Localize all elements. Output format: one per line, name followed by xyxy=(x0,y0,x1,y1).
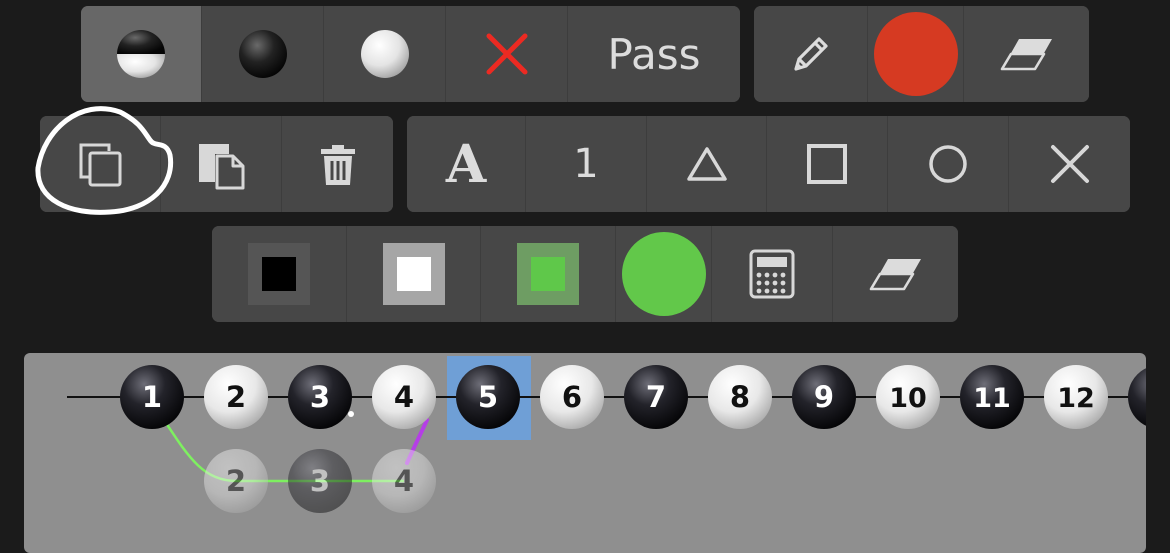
move-node-8[interactable]: 8 xyxy=(708,365,772,429)
white-stone-icon xyxy=(360,30,409,78)
move-node-10[interactable]: 10 xyxy=(876,365,940,429)
cursor-dot xyxy=(348,411,354,417)
move-node-7[interactable]: 7 xyxy=(624,365,688,429)
move-node-11[interactable]: 11 xyxy=(960,365,1024,429)
move-node-6[interactable]: 6 xyxy=(540,365,604,429)
draw-color-button[interactable] xyxy=(868,6,964,102)
move-number-label: 10 xyxy=(889,383,927,414)
move-node-3[interactable]: 3 xyxy=(288,365,352,429)
move-node-5[interactable]: 5 xyxy=(456,365,520,429)
variation-node-4[interactable]: 4 xyxy=(372,449,436,513)
move-number-label: 4 xyxy=(394,464,414,498)
move-number-label: 3 xyxy=(310,380,330,414)
red-x-icon xyxy=(486,33,527,75)
draw-color-swatch xyxy=(873,12,958,96)
x-mark-icon xyxy=(1050,145,1089,183)
move-number-label: 1 xyxy=(142,380,162,414)
variation-node-3[interactable]: 3 xyxy=(288,449,352,513)
black-stone-icon xyxy=(1128,368,1146,426)
color-swatch-icon xyxy=(873,12,958,96)
triangle-icon xyxy=(686,147,727,181)
move-number-label: 7 xyxy=(646,380,666,414)
draw-toolbar xyxy=(754,6,1089,102)
variation-stones: 2 3 4 xyxy=(204,449,436,513)
eraser-icon xyxy=(869,259,921,291)
circle-icon xyxy=(929,145,967,183)
move-number-label: 2 xyxy=(226,464,246,498)
copy-button[interactable] xyxy=(40,116,161,212)
pass-label: Pass xyxy=(607,29,701,79)
mark-toolbar: A 1 xyxy=(407,116,1130,212)
move-number-label: 5 xyxy=(478,380,498,414)
number-mark-button[interactable]: 1 xyxy=(526,116,647,212)
pass-button[interactable]: Pass xyxy=(568,6,740,102)
black-color-button[interactable] xyxy=(212,226,347,322)
variation-node-2[interactable]: 2 xyxy=(204,449,268,513)
trash-icon xyxy=(320,145,355,185)
move-node-4[interactable]: 4 xyxy=(372,365,436,429)
move-tree-canvas: 1 2 3 4 5 6 7 8 9 10 11 12 234 xyxy=(67,356,1146,513)
move-number-label: 8 xyxy=(730,380,750,414)
delete-button[interactable] xyxy=(282,116,393,212)
eraser-icon xyxy=(1000,39,1052,71)
move-node-9[interactable]: 9 xyxy=(792,365,856,429)
alternate-stone-button[interactable] xyxy=(81,6,202,102)
cross-mark-button[interactable] xyxy=(1009,116,1130,212)
move-node-12[interactable]: 12 xyxy=(1044,365,1108,429)
pencil-button[interactable] xyxy=(754,6,868,102)
draw-eraser-button[interactable] xyxy=(964,6,1089,102)
black-stone-icon xyxy=(238,30,287,78)
square-mark-button[interactable] xyxy=(767,116,888,212)
copy-icon xyxy=(79,143,122,187)
current-color-icon xyxy=(621,232,706,316)
move-number-label: 2 xyxy=(226,380,246,414)
circle-mark-button[interactable] xyxy=(888,116,1009,212)
color-toolbar xyxy=(212,226,958,322)
move-number-label: 12 xyxy=(1057,383,1095,414)
current-color-button[interactable] xyxy=(616,226,712,322)
move-number-label: 9 xyxy=(814,380,834,414)
letter-mark-button[interactable]: A xyxy=(407,116,526,212)
edit-toolbar xyxy=(40,116,393,212)
move-node-2[interactable]: 2 xyxy=(204,365,268,429)
white-color-button[interactable] xyxy=(347,226,481,322)
pencil-icon xyxy=(793,37,828,71)
variation-line xyxy=(164,422,404,483)
white-stone-button[interactable] xyxy=(324,6,446,102)
color-eraser-button[interactable] xyxy=(833,226,958,322)
move-number-label: 4 xyxy=(394,380,414,414)
green-swatch-icon xyxy=(517,243,579,305)
move-number-label: 3 xyxy=(310,464,330,498)
paste-button[interactable] xyxy=(161,116,282,212)
paste-icon xyxy=(199,144,245,190)
calculator-icon xyxy=(749,249,795,299)
number-mark-label: 1 xyxy=(573,141,599,187)
green-color-button[interactable] xyxy=(481,226,616,322)
black-swatch-icon xyxy=(248,243,310,305)
half-stone-icon xyxy=(117,30,165,78)
white-swatch-icon xyxy=(382,243,445,305)
move-node-1[interactable]: 1 xyxy=(120,365,184,429)
triangle-mark-button[interactable] xyxy=(647,116,767,212)
stone-mode-toolbar: Pass xyxy=(81,6,740,102)
move-tree-panel[interactable]: 1 2 3 4 5 6 7 8 9 10 11 12 234 xyxy=(24,353,1146,553)
move-number-label: 6 xyxy=(562,380,582,414)
black-stone-button[interactable] xyxy=(202,6,324,102)
square-icon xyxy=(807,144,847,184)
letter-mark-label: A xyxy=(445,133,487,195)
calculator-button[interactable] xyxy=(712,226,833,322)
move-number-label: 11 xyxy=(973,383,1011,414)
move-node-overflow[interactable] xyxy=(1128,365,1146,429)
remove-stone-button[interactable] xyxy=(446,6,568,102)
